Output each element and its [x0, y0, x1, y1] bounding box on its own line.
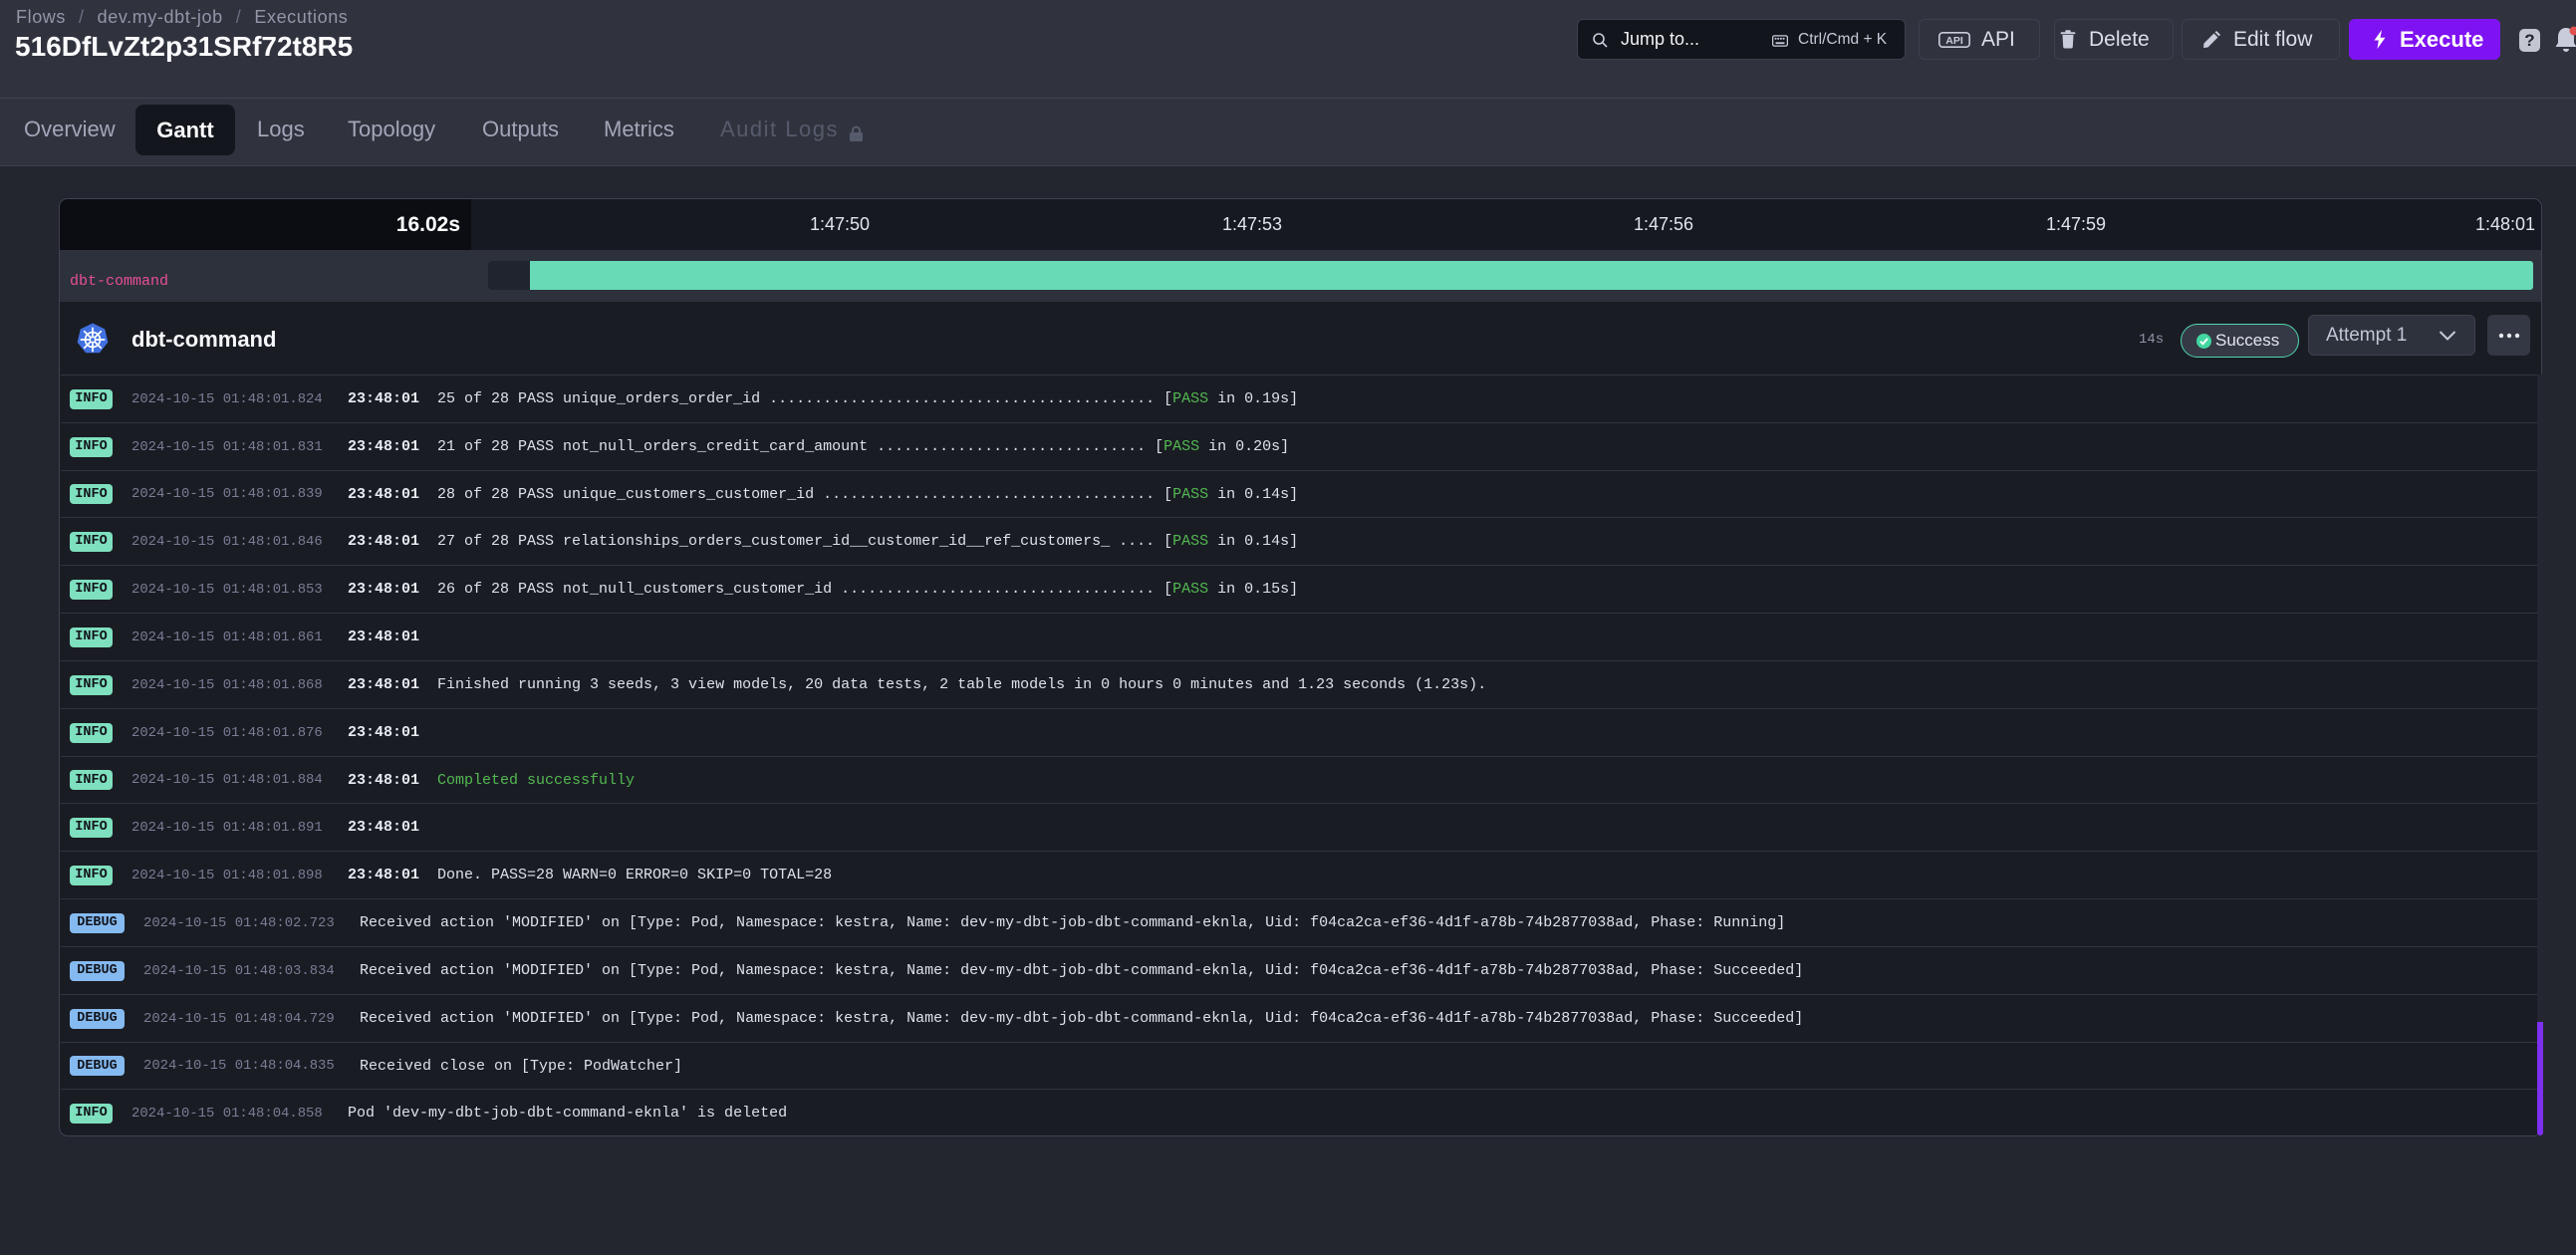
svg-text:API: API	[1945, 35, 1963, 47]
